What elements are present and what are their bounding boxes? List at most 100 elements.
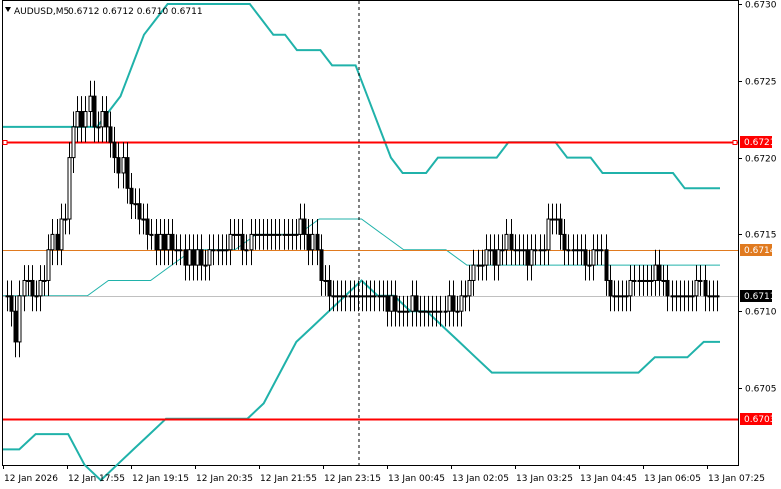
- candle-body: [170, 233, 175, 251]
- candle-body: [451, 295, 456, 312]
- candle-body: [628, 279, 633, 297]
- candle-body: [562, 233, 567, 251]
- candle-body: [418, 310, 423, 313]
- candle-body: [521, 249, 526, 252]
- candle-body: [525, 249, 530, 266]
- candle-body: [224, 249, 229, 252]
- candle-body: [149, 233, 154, 236]
- price-chart[interactable]: AUDUSD,M5 0.6712 0.6712 0.6710 0.6711 0.…: [0, 0, 781, 489]
- candle-body: [368, 295, 373, 298]
- candle-body: [195, 249, 200, 266]
- candle-body: [443, 310, 448, 313]
- symbol-label: AUDUSD,M5: [14, 7, 69, 17]
- candle-body: [92, 95, 97, 128]
- candle-body: [191, 249, 196, 266]
- price-tick-label: 0.6710: [745, 308, 777, 318]
- candle-body: [154, 233, 159, 251]
- candle-body: [612, 295, 617, 298]
- candle-body: [13, 310, 18, 343]
- candle-body: [632, 279, 637, 282]
- candle-body: [579, 249, 584, 252]
- candle-body: [339, 295, 344, 298]
- candle-body: [665, 279, 670, 297]
- candle-body: [236, 233, 241, 236]
- candle-body: [108, 126, 113, 143]
- candle-body: [42, 279, 47, 282]
- candle-body: [100, 111, 105, 128]
- candle-body: [5, 295, 10, 298]
- candle-body: [331, 295, 336, 298]
- candle-body: [360, 295, 365, 298]
- current-price-tag: 0.6711: [740, 290, 776, 302]
- candle-body: [83, 111, 88, 128]
- candle-body: [17, 295, 22, 343]
- candle-body: [533, 249, 538, 252]
- candle-body: [141, 218, 146, 221]
- candle-body: [529, 249, 534, 266]
- candle-body: [558, 218, 563, 235]
- candle-body: [377, 295, 382, 298]
- middle-price-tag-label: 0.6714: [744, 246, 776, 256]
- candle-body: [595, 249, 600, 252]
- candle-body: [240, 233, 245, 251]
- level-handle-right[interactable]: [732, 140, 738, 145]
- time-tick-label: 13 Jan 07:25: [708, 474, 765, 484]
- candle-body: [694, 279, 699, 297]
- trading-chart-window[interactable]: AUDUSD,M5 0.6712 0.6712 0.6710 0.6711 0.…: [0, 0, 781, 489]
- candle-body: [571, 249, 576, 252]
- candle-body: [624, 295, 629, 298]
- candle-body: [133, 203, 138, 206]
- time-tick-label: 12 Jan 2026: [4, 474, 58, 484]
- candle-body: [30, 279, 35, 297]
- candle-body: [38, 279, 43, 297]
- candle-body: [121, 157, 126, 174]
- price-tick-label: 0.6720: [745, 155, 777, 165]
- candle-body: [670, 295, 675, 298]
- candle-body: [261, 233, 266, 236]
- candle-body: [364, 295, 369, 298]
- candle-body: [286, 233, 291, 236]
- candle-body: [294, 233, 299, 236]
- time-tick-label: 13 Jan 04:45: [580, 474, 637, 484]
- candle-body: [253, 233, 258, 236]
- candle-body: [319, 249, 324, 281]
- current-price-tag-label: 0.6711: [744, 292, 776, 302]
- candle-body: [587, 264, 592, 267]
- time-tick-label: 12 Jan 20:35: [196, 474, 253, 484]
- candle-body: [645, 279, 650, 282]
- candle-body: [698, 279, 703, 282]
- time-tick-label: 13 Jan 03:25: [516, 474, 573, 484]
- candle-body: [385, 295, 390, 312]
- level-handle-left[interactable]: [2, 140, 8, 145]
- candle-body: [187, 249, 192, 266]
- candle-body: [306, 233, 311, 251]
- candle-body: [517, 249, 522, 252]
- candle-body: [711, 295, 716, 298]
- candle-body: [455, 310, 460, 313]
- candle-body: [315, 233, 320, 251]
- candle-body: [207, 249, 212, 266]
- candle-body: [71, 126, 76, 159]
- candle-body: [211, 249, 216, 252]
- candle-body: [492, 249, 497, 266]
- candle-body: [162, 233, 167, 251]
- candle-body: [34, 295, 39, 298]
- candle-body: [343, 295, 348, 298]
- candle-body: [302, 218, 307, 235]
- candle-body: [389, 295, 394, 312]
- candle-body: [476, 264, 481, 267]
- candle-body: [649, 279, 654, 282]
- candle-body: [414, 295, 419, 312]
- candle-body: [604, 249, 609, 281]
- candle-body: [509, 233, 514, 251]
- candle-body: [674, 295, 679, 298]
- candle-body: [554, 218, 559, 221]
- candle-body: [426, 310, 431, 313]
- candle-body: [686, 295, 691, 298]
- candle-body: [488, 249, 493, 252]
- candle-body: [542, 249, 547, 252]
- candle-body: [290, 233, 295, 236]
- candle-body: [430, 310, 435, 313]
- candle-body: [79, 111, 84, 128]
- candle-body: [145, 218, 150, 235]
